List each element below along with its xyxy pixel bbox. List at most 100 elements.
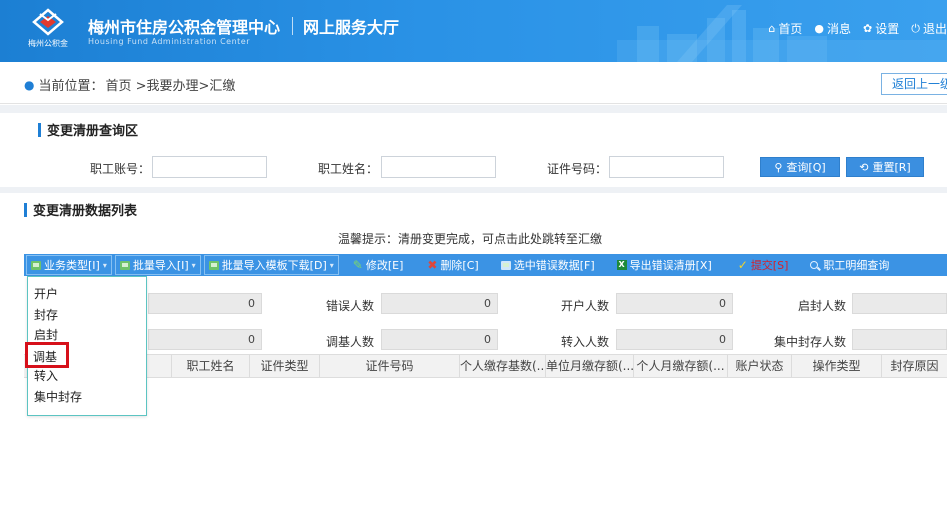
adjust-base-count-value: 0 [381,329,498,350]
breadcrumb: ● 当前位置： 首页 >我要办理>汇缴 [24,75,236,95]
power-icon: ⏻ [911,21,920,35]
employee-detail-button[interactable]: 职工明细查询 [802,254,897,276]
home-icon: ⌂ [768,22,776,35]
batch-import-menu[interactable]: 批量导入[I] ▾ [114,255,201,275]
section-gap [0,105,947,113]
col-unit-monthly[interactable]: 单位月缴存额(... [546,355,634,377]
check-icon: ✓ [737,258,748,272]
business-type-label: 业务类型[I] [44,259,100,272]
nav-settings-label: 设置 [875,22,900,36]
nav-messages-label: 消息 [827,22,852,36]
option-unseal[interactable]: 启封 [34,326,58,343]
delete-icon: ✖ [427,258,438,272]
query-section-title: 变更清册查询区 [38,120,138,139]
submit-button[interactable]: ✓ 提交[S] [730,254,797,276]
adjust-base-count-label: 调基人数 [325,335,374,349]
chevron-down-icon: ▾ [102,260,107,270]
col-personal-base[interactable]: 个人缴存基数(... [460,355,546,377]
name-input[interactable] [381,156,496,178]
option-seal[interactable]: 封存 [34,306,58,323]
title-accent-bar [38,122,41,137]
select-icon [500,260,511,270]
delete-button[interactable]: ✖ 删除[C] [419,254,486,276]
title-accent-bar [24,202,27,217]
unseal-count-value [852,293,947,314]
search-button[interactable]: ⚲ 查询[Q] [760,157,840,177]
excel-icon: X [616,260,627,270]
batch-seal-count-label: 集中封存人数 [773,335,846,349]
account-input[interactable] [152,156,267,178]
template-download-label: 批量导入模板下载[D] [221,259,327,272]
edit-button[interactable]: ✎ 修改[E] [345,254,412,276]
reset-button-label: 重置[R] [872,161,911,174]
template-download-menu[interactable]: 批量导入模板下载[D] ▾ [203,255,339,275]
col-seal-reason[interactable]: 封存原因 [882,355,947,377]
id-number-input[interactable] [609,156,724,178]
chevron-down-icon: ▾ [191,260,196,270]
option-adjust-base[interactable]: 调基 [33,348,57,365]
nav-home[interactable]: ⌂ 首页 [768,20,802,37]
option-transfer-in[interactable]: 转入 [34,367,58,384]
export-errors-button[interactable]: X 导出错误清册[X] [609,254,720,276]
transfer-in-count-label: 转入人数 [560,335,609,349]
reset-icon: ⟲ [859,160,869,174]
tip-link[interactable]: 温馨提示：清册变更完成，可点击此处跳转至汇缴 [338,230,602,247]
search-icon [810,261,819,269]
stat-total-value: 0 [148,293,262,314]
logo: 梅州公积金 [26,8,70,52]
batch-import-label: 批量导入[I] [132,259,189,272]
nav-messages[interactable]: ● 消息 [814,20,851,37]
col-account-status[interactable]: 账户状态 [728,355,792,377]
logo-mark-icon [32,8,64,36]
nav-logout-label: 退出 [922,22,947,36]
error-count-label: 错误人数 [325,299,374,313]
option-adjust-base-highlight[interactable]: 调基 [25,342,69,368]
section-gap-2 [0,187,947,193]
col-personal-monthly[interactable]: 个人月缴存额(... [634,355,728,377]
location-pin-icon: ● [24,77,35,92]
app-header: 梅州公积金 梅州市住房公积金管理中心 网上服务大厅 Housing Fund A… [0,0,947,62]
unseal-count-label: 启封人数 [797,299,846,313]
name-label: 职工姓名： [318,162,379,176]
back-button[interactable]: 返回上一级 [881,73,947,95]
search-icon: ⚲ [774,160,783,174]
nav-home-label: 首页 [778,22,803,36]
export-errors-label: 导出错误清册[X] [629,259,712,272]
delete-label: 删除[C] [440,259,479,272]
stat-second-value: 0 [148,329,262,350]
list-section-title-text: 变更清册数据列表 [33,204,138,219]
col-operation-type[interactable]: 操作类型 [792,355,882,377]
submit-label: 提交[S] [750,259,789,272]
open-count-value: 0 [616,293,733,314]
pencil-icon: ✎ [352,258,363,272]
business-type-menu[interactable]: 业务类型[I] ▾ [26,255,112,275]
select-errors-button[interactable]: 选中错误数据[F] [493,254,603,276]
app-title: 梅州市住房公积金管理中心 [88,18,281,37]
col-employee-name[interactable]: 职工姓名 [172,355,250,377]
batch-seal-count-value [852,329,947,350]
reset-button[interactable]: ⟲ 重置[R] [846,157,924,177]
table-icon [208,260,219,270]
breadcrumb-bar: ● 当前位置： 首页 >我要办理>汇缴 返回上一级 [0,62,947,104]
error-count-value: 0 [381,293,498,314]
option-batch-seal[interactable]: 集中封存 [34,388,82,405]
nav-settings[interactable]: ✿ 设置 [863,20,899,37]
transfer-in-count-value: 0 [616,329,733,350]
edit-label: 修改[E] [365,259,404,272]
hall-title: 网上服务大厅 [303,18,400,37]
query-section-title-text: 变更清册查询区 [47,124,139,139]
search-button-label: 查询[Q] [786,161,826,174]
option-open-account[interactable]: 开户 [34,285,58,302]
select-errors-label: 选中错误数据[F] [513,259,595,272]
nav-logout[interactable]: ⏻ 退出 [911,20,947,37]
logo-text: 梅州公积金 [28,39,68,48]
col-id-type[interactable]: 证件类型 [250,355,320,377]
table-header: 序号 职工姓名 证件类型 证件号码 个人缴存基数(... 单位月缴存额(... … [24,354,947,378]
gear-icon: ✿ [863,22,873,35]
message-icon: ● [814,22,825,35]
breadcrumb-path[interactable]: 首页 >我要办理>汇缴 [106,75,236,94]
title-divider [292,17,293,35]
app-subtitle-en: Housing Fund Administration Center [88,37,250,46]
account-label: 职工账号： [90,162,151,176]
col-id-number[interactable]: 证件号码 [320,355,460,377]
